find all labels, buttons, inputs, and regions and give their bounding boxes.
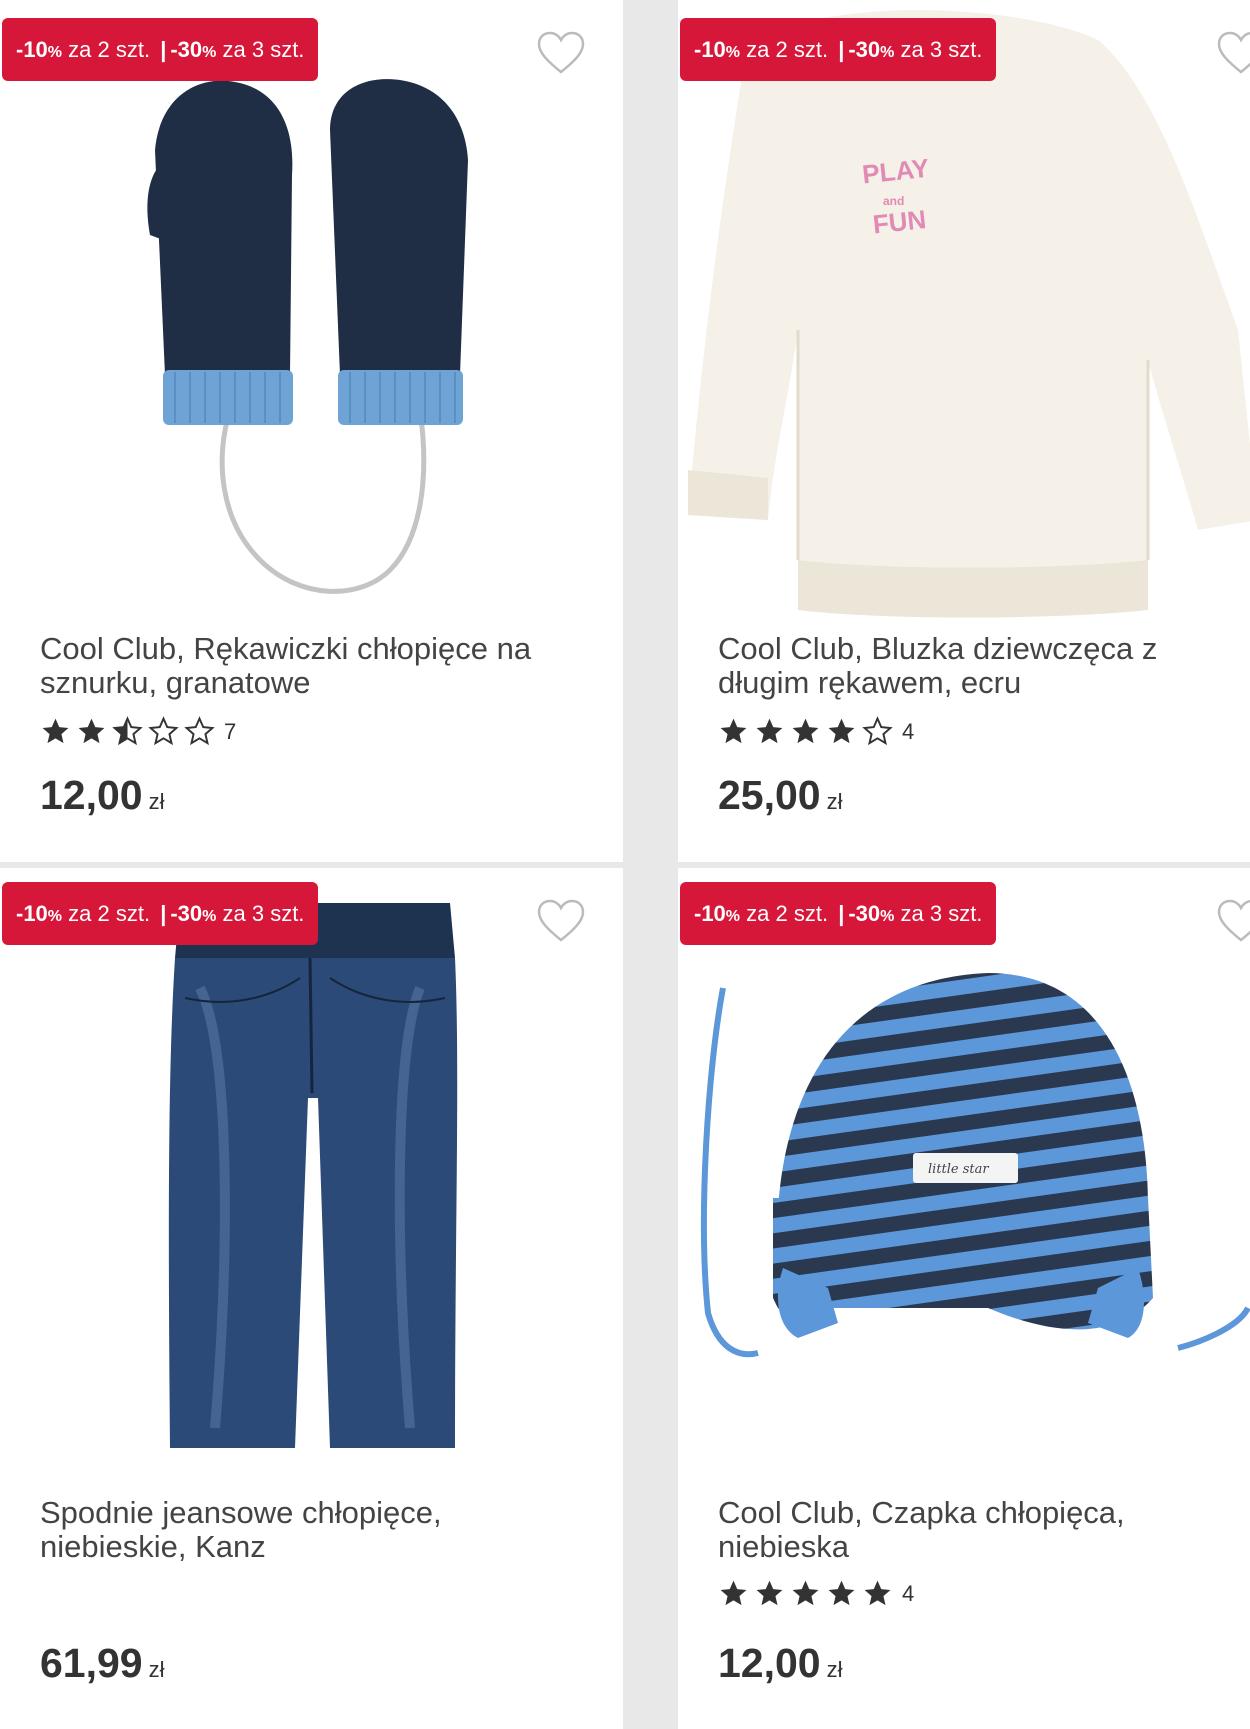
star-empty-icon	[862, 716, 893, 746]
review-count: 7	[224, 718, 237, 744]
hat-label-text: little star	[928, 1162, 989, 1177]
product-price: 12,00 zł	[718, 1640, 843, 1686]
star-full-icon	[828, 1580, 855, 1606]
star-empty-icon	[184, 716, 215, 746]
review-count: 4	[902, 1580, 915, 1606]
product-title[interactable]: Cool Club, Rękawiczki chłopięce na sznurk…	[40, 632, 580, 700]
product-card[interactable]: -10% za 2 szt. | -30% za 3 szt. Spodnie j…	[0, 868, 623, 1729]
product-image-jeans[interactable]	[0, 868, 623, 1488]
product-card[interactable]: -10% za 2 szt. | -30% za 3 szt. PLAY and …	[678, 0, 1250, 862]
star-full-icon	[756, 718, 783, 744]
promo-badge: -10% za 2 szt. | -30% za 3 szt.	[2, 18, 319, 81]
promo-badge: -10% za 2 szt. | -30% za 3 szt.	[2, 882, 319, 945]
product-price: 12,00 zł	[40, 772, 165, 818]
rating-stars: 7	[40, 716, 236, 747]
heart-icon[interactable]	[536, 30, 586, 76]
star-full-icon	[78, 718, 105, 744]
star-full-icon	[792, 1580, 819, 1606]
star-full-icon	[42, 718, 69, 744]
product-price: 25,00 zł	[718, 772, 843, 818]
product-image-hat[interactable]: little star	[678, 868, 1250, 1488]
promo-badge: -10% za 2 szt. | -30% za 3 szt.	[680, 882, 997, 945]
product-title[interactable]: Cool Club, Czapka chłopięca, niebieska	[718, 1496, 1250, 1564]
rating-stars: 4	[718, 1578, 914, 1609]
product-price: 61,99 zł	[40, 1640, 165, 1686]
product-grid: -10% za 2 szt. | -30% za 3 szt. Cool Clu…	[0, 0, 1250, 1729]
heart-icon[interactable]	[1216, 30, 1250, 76]
product-image-sweatshirt[interactable]: PLAY and FUN	[678, 0, 1250, 620]
product-image-mittens[interactable]	[0, 0, 623, 620]
svg-text:FUN: FUN	[871, 204, 927, 239]
product-title[interactable]: Spodnie jeansowe chłopięce, niebieskie, K…	[40, 1496, 580, 1564]
rating-stars: 4	[718, 716, 914, 747]
heart-icon[interactable]	[1216, 898, 1250, 944]
star-full-icon	[864, 1580, 891, 1606]
star-full-icon	[792, 718, 819, 744]
promo-badge: -10% za 2 szt. | -30% za 3 szt.	[680, 18, 997, 81]
star-half-icon	[112, 716, 143, 746]
star-empty-icon	[148, 716, 179, 746]
heart-icon[interactable]	[536, 898, 586, 944]
product-card[interactable]: -10% za 2 szt. |-30% za 3 szt. little s	[678, 868, 1250, 1729]
star-full-icon	[828, 718, 855, 744]
product-title[interactable]: Cool Club, Bluzka dziewczęca z długim ręk…	[718, 632, 1250, 700]
review-count: 4	[902, 718, 915, 744]
star-full-icon	[756, 1580, 783, 1606]
product-card[interactable]: -10% za 2 szt. | -30% za 3 szt. Cool Clu…	[0, 0, 623, 862]
star-full-icon	[720, 1580, 747, 1606]
star-full-icon	[720, 718, 747, 744]
